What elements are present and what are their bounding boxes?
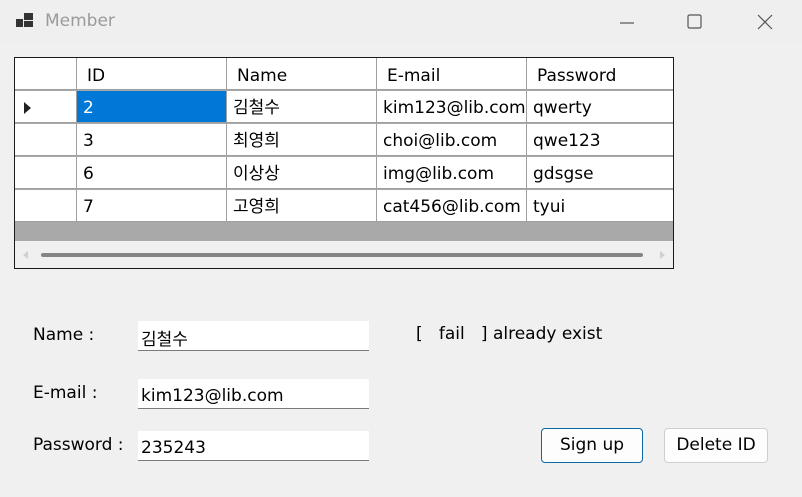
minimize-button[interactable] bbox=[592, 0, 662, 44]
current-row-arrow-icon bbox=[24, 102, 31, 114]
cell-email[interactable]: cat456@lib.com bbox=[377, 190, 527, 222]
cell-id[interactable]: 6 bbox=[77, 157, 227, 189]
title-bar: Member bbox=[0, 0, 802, 44]
cell-id[interactable]: 7 bbox=[77, 190, 227, 222]
cell-password[interactable]: qwe123 bbox=[527, 124, 673, 156]
password-label: Password : bbox=[33, 435, 124, 455]
member-data-grid[interactable]: ID Name E-mail Password 2 김철수 kim123@lib… bbox=[14, 57, 674, 269]
table-row[interactable]: 3 최영희 choi@lib.com qwe123 bbox=[15, 124, 673, 157]
cell-email[interactable]: kim123@lib.com bbox=[377, 91, 527, 123]
row-header-cell[interactable] bbox=[15, 157, 77, 189]
column-header-password[interactable]: Password bbox=[527, 58, 673, 90]
table-row[interactable]: 2 김철수 kim123@lib.com qwerty bbox=[15, 91, 673, 124]
cell-name[interactable]: 이상상 bbox=[227, 157, 377, 189]
delete-id-button[interactable]: Delete ID bbox=[664, 428, 768, 463]
maximize-icon bbox=[687, 14, 702, 29]
cell-email[interactable]: img@lib.com bbox=[377, 157, 527, 189]
sign-up-button[interactable]: Sign up bbox=[541, 428, 643, 463]
maximize-button[interactable] bbox=[660, 0, 730, 44]
cell-password[interactable]: tyui bbox=[527, 190, 673, 222]
table-row[interactable]: 7 고영희 cat456@lib.com tyui bbox=[15, 190, 673, 223]
status-message: [ fail ] already exist bbox=[416, 324, 603, 344]
name-input[interactable] bbox=[138, 321, 369, 351]
scroll-right-icon[interactable] bbox=[660, 251, 665, 259]
scrollbar-thumb[interactable] bbox=[41, 253, 643, 257]
cell-id[interactable]: 3 bbox=[77, 124, 227, 156]
cell-password[interactable]: qwerty bbox=[527, 91, 673, 123]
window-title: Member bbox=[45, 11, 115, 31]
row-header-cell[interactable] bbox=[15, 91, 77, 123]
row-header-cell[interactable] bbox=[15, 190, 77, 222]
column-header-name[interactable]: Name bbox=[227, 58, 377, 90]
scroll-left-icon[interactable] bbox=[23, 251, 28, 259]
cell-name[interactable]: 고영희 bbox=[227, 190, 377, 222]
password-input[interactable] bbox=[138, 431, 369, 461]
header-corner-cell[interactable] bbox=[15, 58, 77, 90]
column-header-email[interactable]: E-mail bbox=[377, 58, 527, 90]
cell-name[interactable]: 김철수 bbox=[227, 91, 377, 123]
column-header-id[interactable]: ID bbox=[77, 58, 227, 90]
cell-email[interactable]: choi@lib.com bbox=[377, 124, 527, 156]
cell-password[interactable]: gdsgse bbox=[527, 157, 673, 189]
close-icon bbox=[757, 14, 773, 30]
minimize-icon bbox=[620, 22, 634, 24]
row-header-cell[interactable] bbox=[15, 124, 77, 156]
cell-name[interactable]: 최영희 bbox=[227, 124, 377, 156]
close-button[interactable] bbox=[730, 0, 800, 44]
horizontal-scrollbar[interactable] bbox=[15, 241, 673, 268]
email-input[interactable] bbox=[138, 379, 369, 409]
name-label: Name : bbox=[33, 325, 95, 345]
cell-id[interactable]: 2 bbox=[77, 91, 227, 123]
grid-header-row: ID Name E-mail Password bbox=[15, 58, 673, 91]
app-window-icon bbox=[16, 13, 34, 29]
email-label: E-mail : bbox=[33, 383, 98, 403]
table-row[interactable]: 6 이상상 img@lib.com gdsgse bbox=[15, 157, 673, 190]
